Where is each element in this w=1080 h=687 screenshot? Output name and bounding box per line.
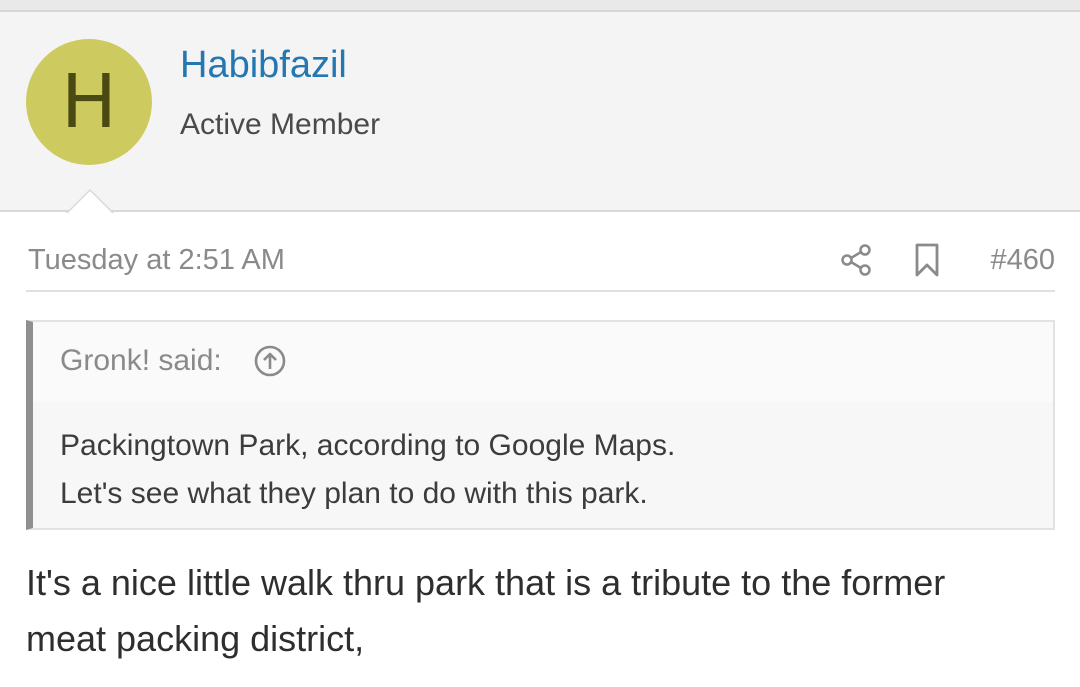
share-button[interactable] [838,242,874,278]
message-line: meat packing district, [26,618,365,659]
username-link[interactable]: Habibfazil [180,44,347,87]
user-avatar[interactable]: H [26,39,152,165]
forum-post-page: H Habibfazil Active Member Tuesday at 2:… [0,0,1080,687]
quote-jump-button[interactable] [253,344,287,378]
post-meta-row: Tuesday at 2:51 AM #460 [26,236,1055,292]
quote-author-link[interactable]: Gronk! said: [60,344,222,378]
arrow-up-circle-icon [254,345,286,377]
post-number-link[interactable]: #460 [990,244,1055,277]
bookmark-icon [915,243,939,277]
user-title: Active Member [180,108,381,141]
bookmark-button[interactable] [910,242,944,278]
post-date-link[interactable]: Tuesday at 2:51 AM [28,244,285,277]
post-user-header: H Habibfazil Active Member [0,12,1080,212]
quote-block: Gronk! said: Packingtown Park, according… [26,320,1055,530]
avatar-letter: H [61,59,117,145]
message-line: It's a nice little walk thru park that i… [26,562,946,603]
quote-line: Let's see what they plan to do with this… [60,477,648,510]
quote-header: Gronk! said: [33,322,1053,402]
share-icon [841,244,871,276]
quote-content: Packingtown Park, according to Google Ma… [60,422,675,518]
post-message-body: It's a nice little walk thru park that i… [26,555,1056,667]
previous-post-border [0,0,1080,12]
quote-line: Packingtown Park, according to Google Ma… [60,429,676,462]
